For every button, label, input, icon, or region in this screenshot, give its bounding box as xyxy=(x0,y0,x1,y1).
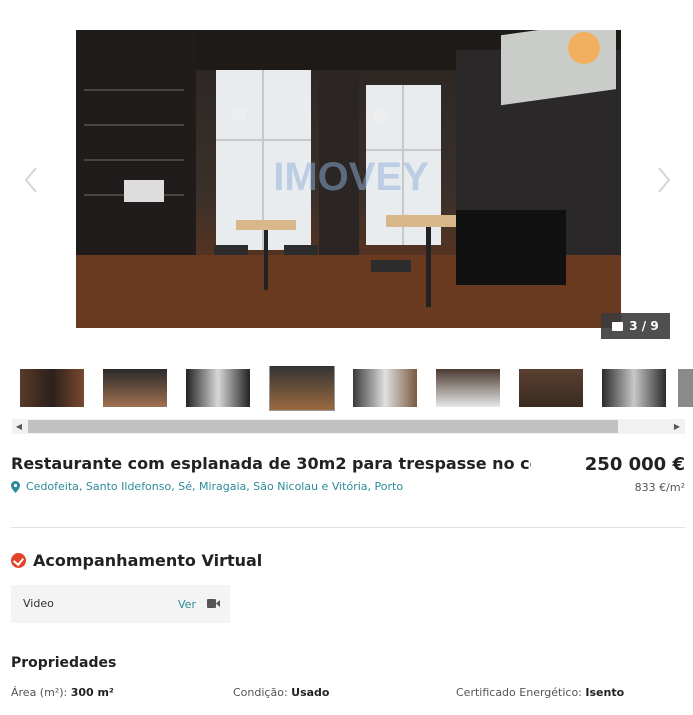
counter-current: 3 xyxy=(629,319,638,333)
photo-counter: 3 / 9 xyxy=(601,313,670,339)
video-card: Video Ver xyxy=(11,585,230,623)
thumbnail-strip xyxy=(0,366,693,414)
map-pin-icon xyxy=(11,480,20,493)
property-value: Isento xyxy=(585,686,625,699)
property-area: Área (m²): 300 m² xyxy=(11,686,114,699)
thumbnail[interactable] xyxy=(103,369,167,407)
property-value: Usado xyxy=(291,686,330,699)
price-per-m2: 833 €/m² xyxy=(634,481,685,494)
thumbnail[interactable] xyxy=(602,369,666,407)
scrollbar-thumb[interactable] xyxy=(28,420,618,433)
prev-photo-button[interactable] xyxy=(22,165,40,195)
property-energy-certificate: Certificado Energético: Isento xyxy=(456,686,624,699)
property-condition: Condição: Usado xyxy=(233,686,330,699)
listing-location[interactable]: Cedofeita, Santo Ildefonso, Sé, Miragaia… xyxy=(11,480,403,493)
property-label: Certificado Energético: xyxy=(456,686,582,699)
virtual-section-heading: Acompanhamento Virtual xyxy=(11,551,262,570)
scroll-left-icon[interactable]: ◀ xyxy=(14,421,24,432)
thumbnail[interactable] xyxy=(353,369,417,407)
listing-price: 250 000 € xyxy=(584,454,685,475)
thumbnail[interactable] xyxy=(436,369,500,407)
chevron-left-icon xyxy=(24,167,37,193)
location-text: Cedofeita, Santo Ildefonso, Sé, Miragaia… xyxy=(26,480,404,493)
properties-heading: Propriedades xyxy=(11,655,117,671)
view-video-link[interactable]: Ver xyxy=(178,598,196,611)
main-photo[interactable]: IMOVEY xyxy=(76,30,621,328)
video-label: Video xyxy=(23,597,54,610)
scroll-right-icon[interactable]: ▶ xyxy=(672,421,682,432)
thumbnail[interactable] xyxy=(20,369,84,407)
video-camera-icon[interactable] xyxy=(207,599,220,608)
chevron-right-icon xyxy=(658,167,671,193)
counter-total: 9 xyxy=(650,319,659,333)
thumbnail[interactable] xyxy=(186,369,250,407)
thumbnail-scrollbar[interactable]: ◀ ▶ xyxy=(12,419,685,434)
property-value: 300 m² xyxy=(70,686,114,699)
thumbnail[interactable] xyxy=(519,369,583,407)
watermark-text: IMOVEY xyxy=(273,155,429,199)
check-circle-icon xyxy=(11,553,26,568)
counter-separator: / xyxy=(641,319,647,333)
property-label: Condição: xyxy=(233,686,288,699)
thumbnail-active[interactable] xyxy=(269,366,335,411)
listing-title: Restaurante com esplanada de 30m2 para t… xyxy=(11,454,531,473)
virtual-heading-text: Acompanhamento Virtual xyxy=(33,551,263,570)
restaurant-interior-image: IMOVEY xyxy=(76,30,621,328)
photo-icon xyxy=(612,321,624,331)
thumbnail[interactable] xyxy=(678,369,693,407)
property-label: Área (m²): xyxy=(11,686,68,699)
divider xyxy=(11,527,685,528)
photo-gallery: IMOVEY 3 / 9 xyxy=(0,0,693,355)
next-photo-button[interactable] xyxy=(655,165,673,195)
